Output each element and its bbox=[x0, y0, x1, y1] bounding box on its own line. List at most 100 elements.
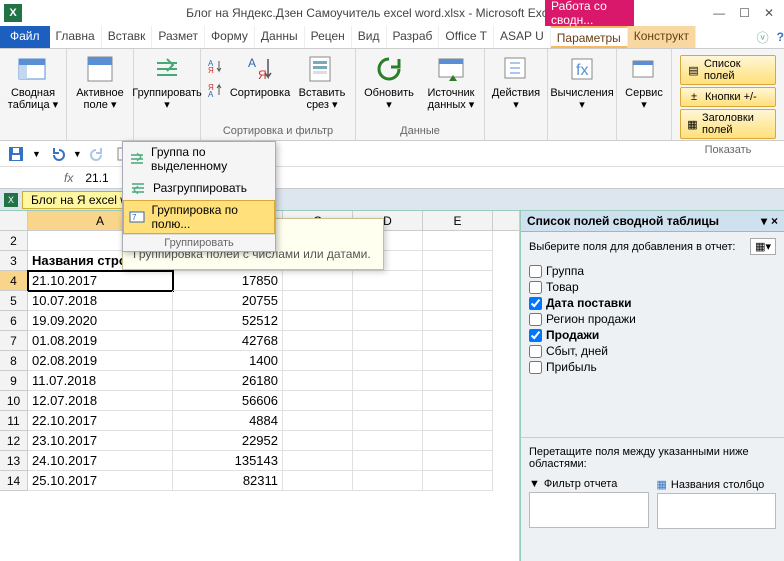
cell[interactable]: 24.10.2017 bbox=[28, 451, 173, 471]
cell[interactable]: 10.07.2018 bbox=[28, 291, 173, 311]
field-list-toggle[interactable]: ▤Список полей bbox=[680, 55, 776, 85]
tab-office[interactable]: Office T bbox=[439, 26, 494, 48]
cell[interactable]: 56606 bbox=[173, 391, 283, 411]
field-checkbox[interactable] bbox=[529, 329, 542, 342]
active-field-button[interactable]: Активное поле ▾ bbox=[71, 51, 129, 113]
cell[interactable] bbox=[423, 431, 493, 451]
cell[interactable] bbox=[423, 451, 493, 471]
actions-button[interactable]: Действия ▾ bbox=[489, 51, 543, 113]
headers-toggle[interactable]: ▦Заголовки полей bbox=[680, 109, 776, 139]
cell[interactable] bbox=[283, 431, 353, 451]
cell[interactable] bbox=[353, 331, 423, 351]
buttons-toggle[interactable]: ±Кнопки +/- bbox=[680, 87, 776, 107]
service-button[interactable]: Сервис ▾ bbox=[621, 51, 667, 113]
tab-data[interactable]: Данны bbox=[255, 26, 305, 48]
field-checkbox[interactable] bbox=[529, 297, 542, 310]
maximize-icon[interactable]: ☐ bbox=[739, 6, 750, 20]
cell[interactable]: 42768 bbox=[173, 331, 283, 351]
save-button[interactable] bbox=[6, 144, 26, 164]
row-header[interactable]: 7 bbox=[0, 331, 28, 351]
row-header[interactable]: 14 bbox=[0, 471, 28, 491]
cell[interactable] bbox=[423, 471, 493, 491]
cell[interactable]: 4884 bbox=[173, 411, 283, 431]
cell[interactable] bbox=[283, 331, 353, 351]
tab-pivot-design[interactable]: Конструкт bbox=[628, 26, 696, 48]
field-item[interactable]: Товар bbox=[529, 279, 776, 295]
row-header[interactable]: 5 bbox=[0, 291, 28, 311]
row-header[interactable]: 4 bbox=[0, 271, 28, 291]
cell[interactable] bbox=[353, 371, 423, 391]
calc-button[interactable]: fx Вычисления ▾ bbox=[552, 51, 612, 113]
datasource-button[interactable]: Источник данных ▾ bbox=[422, 51, 480, 113]
cell[interactable] bbox=[283, 451, 353, 471]
tab-review[interactable]: Рецен bbox=[305, 26, 352, 48]
cell[interactable] bbox=[353, 411, 423, 431]
cell[interactable]: 02.08.2019 bbox=[28, 351, 173, 371]
file-tab[interactable]: Файл bbox=[0, 26, 50, 48]
tab-developer[interactable]: Разраб bbox=[387, 26, 440, 48]
group-button[interactable]: Группировать ▾ bbox=[138, 51, 196, 113]
cell[interactable] bbox=[353, 471, 423, 491]
cell[interactable]: 52512 bbox=[173, 311, 283, 331]
cell[interactable] bbox=[353, 451, 423, 471]
cell[interactable] bbox=[353, 391, 423, 411]
cell[interactable]: 1400 bbox=[173, 351, 283, 371]
tab-insert[interactable]: Вставк bbox=[102, 26, 153, 48]
cell[interactable] bbox=[423, 251, 493, 271]
cell[interactable]: 23.10.2017 bbox=[28, 431, 173, 451]
close-icon[interactable]: ✕ bbox=[764, 6, 774, 20]
row-header[interactable]: 11 bbox=[0, 411, 28, 431]
cell[interactable]: 21.10.2017 bbox=[28, 271, 173, 291]
cell[interactable] bbox=[283, 471, 353, 491]
cell[interactable] bbox=[423, 311, 493, 331]
help-icon[interactable]: ? bbox=[777, 30, 784, 44]
cell[interactable]: 19.09.2020 bbox=[28, 311, 173, 331]
row-header[interactable]: 9 bbox=[0, 371, 28, 391]
cell[interactable] bbox=[423, 391, 493, 411]
field-checkbox[interactable] bbox=[529, 313, 542, 326]
minimize-ribbon-icon[interactable]: ⓥ bbox=[757, 29, 769, 46]
redo-button[interactable] bbox=[88, 144, 108, 164]
layout-options-button[interactable]: ▦▾ bbox=[750, 238, 776, 255]
insert-slicer-button[interactable]: Вставить срез ▾ bbox=[293, 51, 351, 113]
tab-view[interactable]: Вид bbox=[352, 26, 387, 48]
cell[interactable] bbox=[283, 371, 353, 391]
minimize-icon[interactable]: — bbox=[713, 6, 725, 20]
cell[interactable]: 22952 bbox=[173, 431, 283, 451]
cell[interactable] bbox=[423, 371, 493, 391]
field-checkbox[interactable] bbox=[529, 265, 542, 278]
cell[interactable]: 20755 bbox=[173, 291, 283, 311]
cell[interactable]: 82311 bbox=[173, 471, 283, 491]
cell[interactable] bbox=[353, 271, 423, 291]
cell[interactable] bbox=[283, 311, 353, 331]
cell[interactable] bbox=[423, 271, 493, 291]
cell[interactable] bbox=[353, 291, 423, 311]
columns-area-box[interactable] bbox=[657, 493, 777, 529]
undo-button[interactable] bbox=[47, 144, 67, 164]
field-pane-options-icon[interactable]: ▾ bbox=[761, 214, 767, 228]
field-item[interactable]: Регион продажи bbox=[529, 311, 776, 327]
cell[interactable] bbox=[423, 411, 493, 431]
field-checkbox[interactable] bbox=[529, 361, 542, 374]
row-header[interactable]: 3 bbox=[0, 251, 28, 271]
row-header[interactable]: 2 bbox=[0, 231, 28, 251]
cell[interactable] bbox=[423, 231, 493, 251]
field-item[interactable]: Сбыт, дней bbox=[529, 343, 776, 359]
cell[interactable] bbox=[353, 351, 423, 371]
cell[interactable] bbox=[423, 291, 493, 311]
cell[interactable]: 26180 bbox=[173, 371, 283, 391]
cell[interactable]: 12.07.2018 bbox=[28, 391, 173, 411]
group-by-selection-item[interactable]: Группа по выделенному bbox=[123, 142, 275, 176]
sort-desc-button[interactable]: ЯА bbox=[205, 79, 227, 101]
cell[interactable] bbox=[283, 271, 353, 291]
cell[interactable] bbox=[283, 391, 353, 411]
sort-button[interactable]: АЯ Сортировка bbox=[231, 51, 289, 101]
tab-asap[interactable]: ASAP U bbox=[494, 26, 551, 48]
cell[interactable] bbox=[353, 431, 423, 451]
qat-dropdown-icon[interactable]: ▼ bbox=[32, 149, 41, 159]
tab-formulas[interactable]: Форму bbox=[205, 26, 255, 48]
cell[interactable] bbox=[283, 351, 353, 371]
undo-dropdown-icon[interactable]: ▼ bbox=[73, 149, 82, 159]
row-header[interactable]: 12 bbox=[0, 431, 28, 451]
row-header[interactable]: 10 bbox=[0, 391, 28, 411]
